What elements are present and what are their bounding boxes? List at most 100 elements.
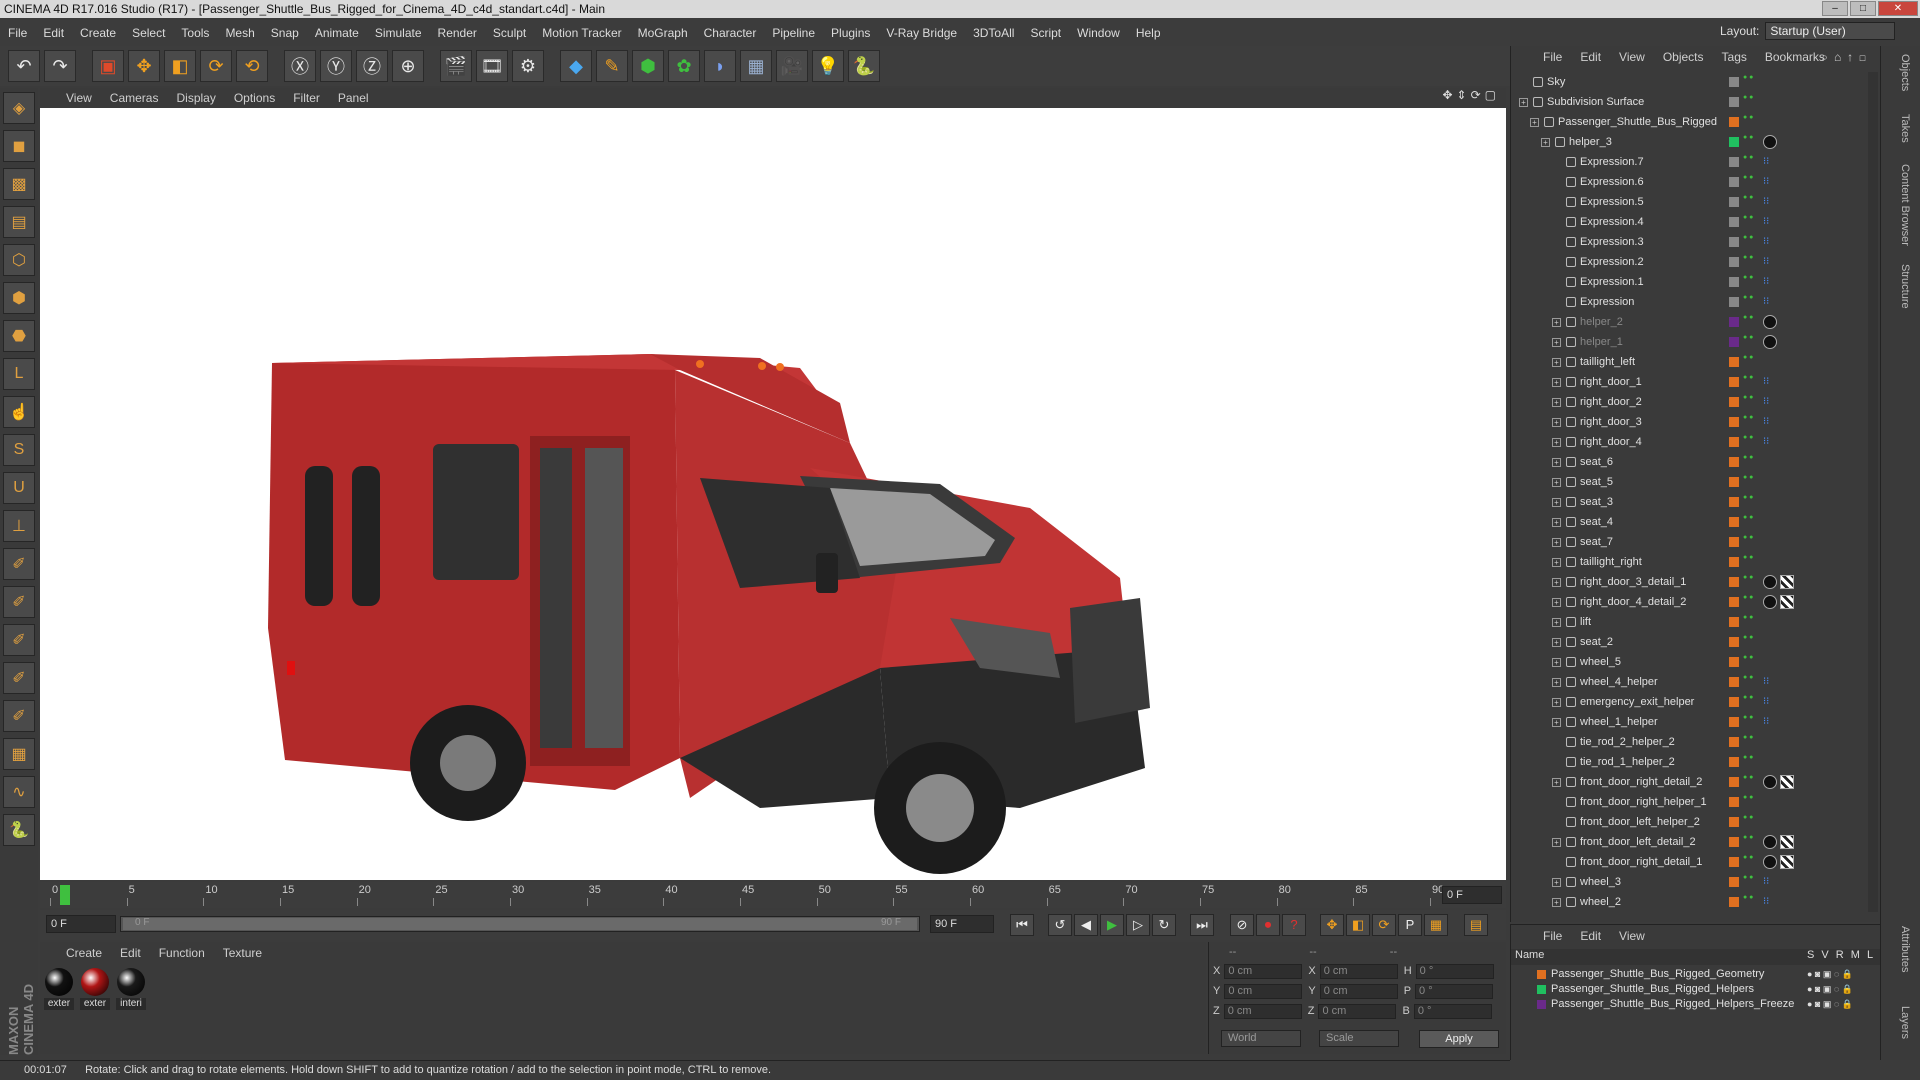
viewport-nav-icons[interactable]: ✥⇕⟳▢ [1442, 88, 1506, 102]
prev-frame-icon[interactable]: ◀ [1074, 914, 1098, 936]
key-param-icon[interactable]: P [1398, 914, 1422, 936]
object-row[interactable]: + seat_2 ● ● [1511, 632, 1881, 652]
object-list-scrollbar[interactable] [1868, 72, 1878, 912]
visibility-dots-icon[interactable]: ● ● [1743, 594, 1753, 602]
expression-tag-icon[interactable]: ⁝⁝ [1763, 895, 1777, 909]
close-button[interactable]: ✕ [1878, 1, 1918, 16]
material-tag-icon[interactable] [1763, 595, 1777, 609]
layer-color-swatch[interactable] [1729, 557, 1739, 567]
side-tab-attributes[interactable]: Attributes [1899, 926, 1911, 972]
object-row[interactable]: tie_rod_1_helper_2 ● ● [1511, 752, 1881, 772]
side-tab-layers[interactable]: Layers [1899, 1006, 1911, 1039]
apply-button[interactable]: Apply [1419, 1030, 1499, 1048]
material-swatch[interactable]: exter [44, 968, 74, 1010]
object-row[interactable]: + seat_3 ● ● [1511, 492, 1881, 512]
layer-color-icon[interactable] [1537, 985, 1546, 994]
visibility-dots-icon[interactable]: ● ● [1743, 614, 1753, 622]
side-tab-content-browser[interactable]: Content Browser [1899, 164, 1911, 246]
expand-toggle-icon[interactable]: + [1552, 378, 1561, 387]
visibility-dots-icon[interactable]: ● ● [1743, 834, 1753, 842]
layer-color-swatch[interactable] [1729, 237, 1739, 247]
menu-character[interactable]: Character [704, 26, 757, 40]
object-menu-edit[interactable]: Edit [1580, 50, 1601, 64]
layer-color-swatch[interactable] [1729, 837, 1739, 847]
record-keys-icon[interactable]: ⊘ [1230, 914, 1254, 936]
frame-range-slider[interactable]: 0 F 90 F [120, 916, 920, 932]
layer-color-swatch[interactable] [1729, 137, 1739, 147]
current-frame-field[interactable]: 0 F [1442, 886, 1502, 904]
goto-start-icon[interactable]: ⏮ [1010, 914, 1034, 936]
object-row[interactable]: + wheel_3 ● ● ⁝⁝ [1511, 872, 1881, 892]
expression-tag-icon[interactable]: ⁝⁝ [1763, 375, 1777, 389]
visibility-dots-icon[interactable]: ● ● [1743, 574, 1753, 582]
object-row[interactable]: + right_door_4_detail_2 ● ● [1511, 592, 1881, 612]
viewport-menu-panel[interactable]: Panel [338, 91, 369, 105]
recent-tool-icon[interactable]: ⟲ [236, 50, 268, 82]
layer-menu-edit[interactable]: Edit [1580, 929, 1601, 943]
start-frame-field[interactable]: 0 F [46, 915, 116, 933]
world-coordinate-icon[interactable]: ⊕ [392, 50, 424, 82]
expand-toggle-icon[interactable]: + [1552, 618, 1561, 627]
coord-size-field[interactable]: 0 cm [1319, 984, 1398, 999]
make-editable-icon[interactable]: ◈ [3, 92, 35, 124]
layer-color-swatch[interactable] [1729, 597, 1739, 607]
object-menu-view[interactable]: View [1619, 50, 1645, 64]
render-settings-icon[interactable]: ⚙ [512, 50, 544, 82]
material-tag-icon[interactable] [1763, 575, 1777, 589]
magnet-icon[interactable]: U [3, 472, 35, 504]
menu-plugins[interactable]: Plugins [831, 26, 870, 40]
object-row[interactable]: + wheel_4_helper ● ● ⁝⁝ [1511, 672, 1881, 692]
expand-toggle-icon[interactable]: + [1552, 898, 1561, 907]
layer-color-swatch[interactable] [1729, 497, 1739, 507]
layer-color-swatch[interactable] [1729, 397, 1739, 407]
scale-icon[interactable]: ◧ [164, 50, 196, 82]
object-row[interactable]: + wheel_1_helper ● ● ⁝⁝ [1511, 712, 1881, 732]
coord-position-field[interactable]: 0 cm [1223, 1004, 1302, 1019]
layer-color-swatch[interactable] [1729, 277, 1739, 287]
python-tool-icon[interactable]: 🐍 [3, 814, 35, 846]
visibility-dots-icon[interactable]: ● ● [1743, 394, 1753, 402]
redo-icon[interactable]: ↷ [44, 50, 76, 82]
menu-3dtoall[interactable]: 3DToAll [973, 26, 1014, 40]
visibility-dots-icon[interactable]: ● ● [1743, 514, 1753, 522]
visibility-dots-icon[interactable]: ● ● [1743, 314, 1753, 322]
expression-tag-icon[interactable]: ⁝⁝ [1763, 395, 1777, 409]
visibility-dots-icon[interactable]: ● ● [1743, 814, 1753, 822]
object-row[interactable]: tie_rod_2_helper_2 ● ● [1511, 732, 1881, 752]
layout-dropdown[interactable]: Startup (User) [1765, 22, 1896, 40]
coord-rotation-field[interactable]: 0 ° [1415, 984, 1494, 999]
visibility-dots-icon[interactable]: ● ● [1743, 274, 1753, 282]
layer-color-swatch[interactable] [1729, 897, 1739, 907]
visibility-dots-icon[interactable]: ● ● [1743, 674, 1753, 682]
layer-color-icon[interactable] [1537, 1000, 1546, 1009]
layer-row[interactable]: Passenger_Shuttle_Bus_Rigged_Helpers_Fre… [1511, 997, 1881, 1011]
timeline[interactable]: 0 5 10 15 20 25 30 35 40 45 50 55 60 65 70 75 80 85 90 0 F [40, 882, 1506, 908]
play-icon[interactable]: ▶ [1100, 914, 1124, 936]
layer-color-swatch[interactable] [1729, 157, 1739, 167]
layer-color-swatch[interactable] [1729, 817, 1739, 827]
camera-icon[interactable]: 🎥 [776, 50, 808, 82]
visibility-dots-icon[interactable]: ● ● [1743, 794, 1753, 802]
material-tag-icon[interactable] [1763, 335, 1777, 349]
viewport-menu-view[interactable]: View [66, 91, 92, 105]
knife-icon[interactable]: ✐ [3, 700, 35, 732]
cube-icon[interactable]: ◆ [560, 50, 592, 82]
expression-tag-icon[interactable]: ⁝⁝ [1763, 275, 1777, 289]
object-row[interactable]: + emergency_exit_helper ● ● ⁝⁝ [1511, 692, 1881, 712]
expand-toggle-icon[interactable]: + [1552, 318, 1561, 327]
menu-edit[interactable]: Edit [43, 26, 64, 40]
workplane-axis-icon[interactable]: ⊥ [3, 510, 35, 542]
layer-color-swatch[interactable] [1729, 517, 1739, 527]
visibility-dots-icon[interactable]: ● ● [1743, 114, 1753, 122]
visibility-dots-icon[interactable]: ● ● [1743, 234, 1753, 242]
expression-tag-icon[interactable]: ⁝⁝ [1763, 255, 1777, 269]
expand-toggle-icon[interactable]: + [1552, 558, 1561, 567]
visibility-dots-icon[interactable]: ● ● [1743, 854, 1753, 862]
expand-toggle-icon[interactable]: + [1552, 338, 1561, 347]
material-swatch[interactable]: exter [80, 968, 110, 1010]
layer-color-swatch[interactable] [1729, 677, 1739, 687]
coord-space-dropdown[interactable]: World [1221, 1030, 1301, 1047]
layer-color-swatch[interactable] [1729, 757, 1739, 767]
expand-toggle-icon[interactable]: + [1552, 478, 1561, 487]
prev-key-icon[interactable]: ↺ [1048, 914, 1072, 936]
